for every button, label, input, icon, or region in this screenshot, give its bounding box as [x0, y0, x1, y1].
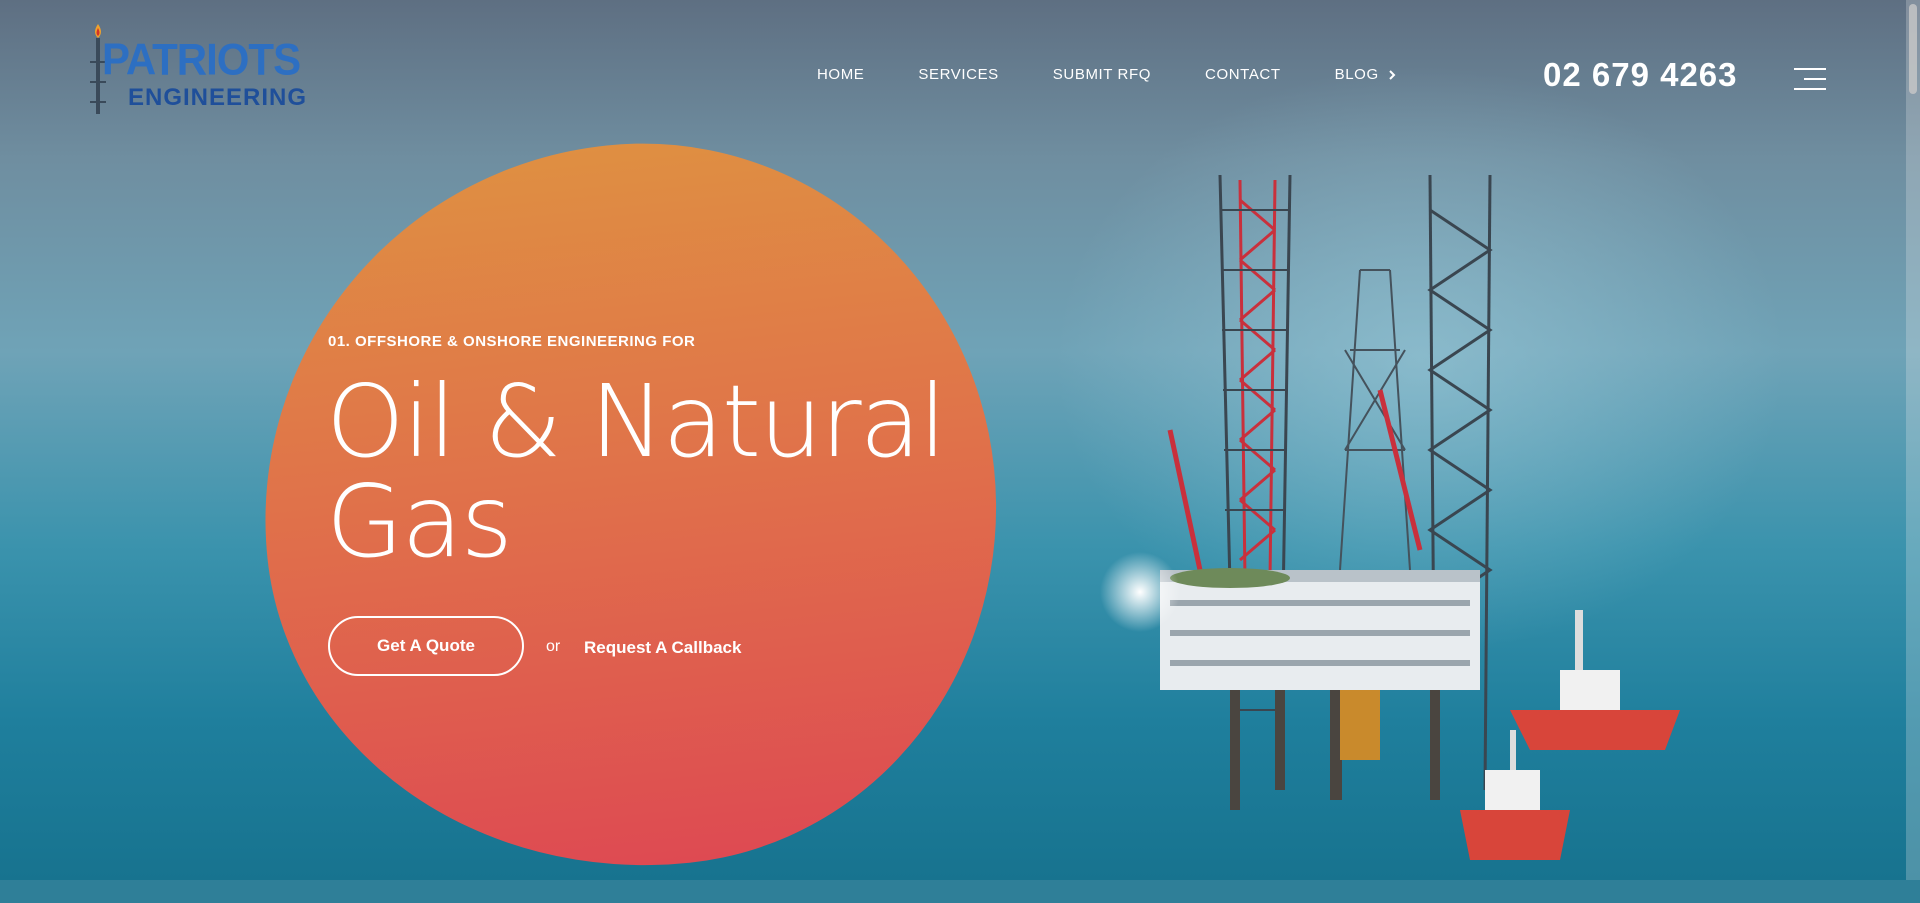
- nav-item-label: BLOG: [1334, 66, 1379, 83]
- hero-headline-line-2: Gas: [326, 463, 513, 580]
- hero-headline-line-1: Oil & Natural: [326, 363, 947, 480]
- request-callback-link[interactable]: Request A Callback: [584, 638, 741, 658]
- page-scrollbar[interactable]: [1906, 0, 1920, 880]
- nav-item-label: SUBMIT RFQ: [1052, 66, 1152, 83]
- hamburger-menu-icon[interactable]: [1794, 68, 1826, 90]
- nav-item-label: HOME: [817, 66, 865, 83]
- nav-item-blog[interactable]: BLOG: [1335, 66, 1397, 83]
- get-a-quote-button[interactable]: Get A Quote: [328, 616, 524, 676]
- nav-item-home[interactable]: HOME: [817, 66, 864, 83]
- logo-line-2: ENGINEERING: [128, 84, 308, 111]
- patriots-engineering-logo[interactable]: PATRIOTS ENGINEERING: [88, 22, 306, 118]
- chevron-right-icon: [1389, 69, 1396, 80]
- nav-item-label: CONTACT: [1205, 66, 1281, 83]
- scrollbar-thumb[interactable]: [1909, 4, 1917, 94]
- main-nav: HOME SERVICES SUBMIT RFQ CONTACT BLOG: [817, 66, 1397, 83]
- nav-item-services[interactable]: SERVICES: [918, 66, 998, 83]
- hero-eyebrow: 01. OFFSHORE & ONSHORE ENGINEERING FOR: [328, 333, 696, 350]
- logo-line-1: PATRIOTS: [102, 34, 301, 85]
- or-text: or: [546, 638, 561, 655]
- hero-headline: Oil & Natural Gas: [326, 363, 947, 580]
- nav-item-contact[interactable]: CONTACT: [1205, 66, 1281, 83]
- oil-rig-image: [1100, 174, 1680, 860]
- phone-number[interactable]: 02 679 4263: [1543, 56, 1738, 94]
- nav-item-submit-rfq[interactable]: SUBMIT RFQ: [1053, 66, 1151, 83]
- nav-item-label: SERVICES: [918, 66, 999, 83]
